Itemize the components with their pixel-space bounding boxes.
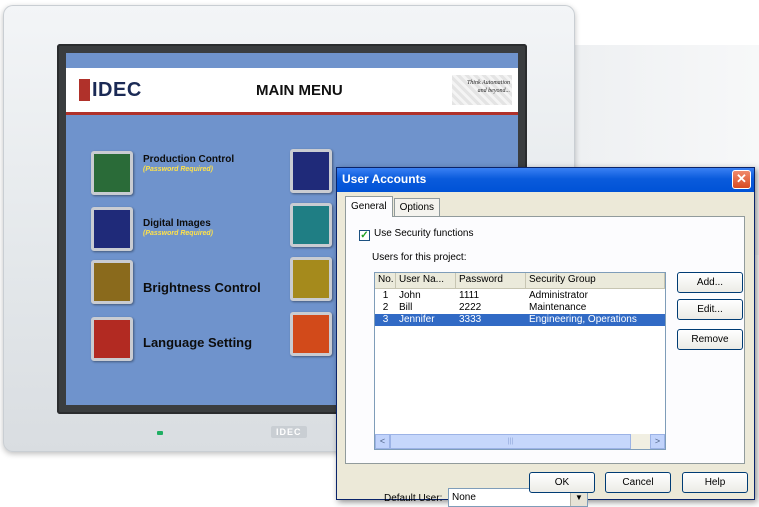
column-header-password[interactable]: Password <box>456 273 526 288</box>
row-user: Bill <box>399 302 413 313</box>
tagline-badge: Think Automation and beyond... <box>452 75 512 105</box>
cancel-button[interactable]: Cancel <box>605 472 671 493</box>
brightness-control-button[interactable] <box>91 260 133 304</box>
close-button[interactable]: ✕ <box>732 170 751 189</box>
table-row[interactable]: 1 John 1111 Administrator <box>375 290 665 302</box>
column-header-security-group[interactable]: Security Group <box>526 273 665 288</box>
row-group: Administrator <box>529 290 588 301</box>
production-control-note: (Password Required) <box>143 166 214 173</box>
row-user: Jennifer <box>399 314 435 325</box>
tab-options[interactable]: Options <box>393 198 441 217</box>
screen-header: IDEC MAIN MENU Think Automation and beyo… <box>66 68 518 112</box>
device-brand-label: IDEC <box>271 426 307 438</box>
add-user-button[interactable]: Add... <box>677 272 743 293</box>
right-button-4[interactable] <box>290 312 332 356</box>
brightness-control-label: Brightness Control <box>143 280 261 295</box>
users-list[interactable]: No. User Na... Password Security Group 1… <box>374 272 666 450</box>
users-list-label: Users for this project: <box>372 252 467 263</box>
tab-general[interactable]: General <box>345 196 393 217</box>
users-list-header: No. User Na... Password Security Group <box>375 273 665 289</box>
right-button-1[interactable] <box>290 149 332 193</box>
row-no: 3 <box>382 314 389 325</box>
row-no: 2 <box>382 302 389 313</box>
row-password: 1111 <box>459 290 480 301</box>
row-user: John <box>399 290 421 301</box>
main-menu-title: MAIN MENU <box>256 82 343 99</box>
edit-user-button[interactable]: Edit... <box>677 299 743 320</box>
production-control-label: Production Control <box>143 154 235 165</box>
scroll-thumb[interactable]: ||| <box>390 434 631 449</box>
digital-images-note: (Password Required) <box>143 230 214 237</box>
dialog-title: User Accounts <box>342 172 427 186</box>
tagline-line-1: Think Automation <box>466 80 510 86</box>
logo-mark-icon <box>79 79 90 101</box>
production-control-button[interactable] <box>91 151 133 195</box>
language-setting-button[interactable] <box>91 317 133 361</box>
use-security-checkbox[interactable]: ✓ <box>359 230 370 241</box>
column-header-no[interactable]: No. <box>375 273 396 288</box>
help-button[interactable]: Help <box>682 472 748 493</box>
row-group: Engineering, Operations <box>529 314 637 325</box>
table-row-selected[interactable]: 3 Jennifer 3333 Engineering, Operations <box>375 314 665 326</box>
idec-logo: IDEC <box>79 78 142 102</box>
header-rule <box>66 112 518 115</box>
digital-images-label: Digital Images <box>143 218 211 229</box>
row-no: 1 <box>382 290 389 301</box>
language-setting-label: Language Setting <box>143 335 253 350</box>
remove-user-button[interactable]: Remove <box>677 329 743 350</box>
ok-button[interactable]: OK <box>529 472 595 493</box>
close-icon: ✕ <box>736 171 747 186</box>
column-header-user[interactable]: User Na... <box>396 273 456 288</box>
row-password: 3333 <box>459 314 482 325</box>
right-button-2[interactable] <box>290 203 332 247</box>
use-security-label[interactable]: Use Security functions <box>374 228 474 239</box>
right-button-3[interactable] <box>290 257 332 301</box>
row-password: 2222 <box>459 302 482 313</box>
tagline-line-2: and beyond... <box>477 88 510 94</box>
dialog-titlebar[interactable]: User Accounts ✕ <box>337 168 754 192</box>
scroll-left-icon[interactable]: < <box>375 434 390 449</box>
default-user-label: Default User: <box>384 493 443 504</box>
table-row[interactable]: 2 Bill 2222 Maintenance <box>375 302 665 314</box>
default-user-value: None <box>452 492 476 503</box>
user-accounts-dialog: User Accounts ✕ General Options ✓ Use Se… <box>336 167 755 507</box>
general-tab-panel: ✓ Use Security functions Users for this … <box>345 216 745 507</box>
horizontal-scrollbar[interactable]: < ||| > <box>375 434 665 449</box>
scroll-right-icon[interactable]: > <box>650 434 665 449</box>
power-led <box>157 431 163 435</box>
tab-strip: General Options <box>345 196 441 217</box>
row-group: Maintenance <box>529 302 587 313</box>
logo-text: IDEC <box>92 78 142 101</box>
digital-images-button[interactable] <box>91 207 133 251</box>
